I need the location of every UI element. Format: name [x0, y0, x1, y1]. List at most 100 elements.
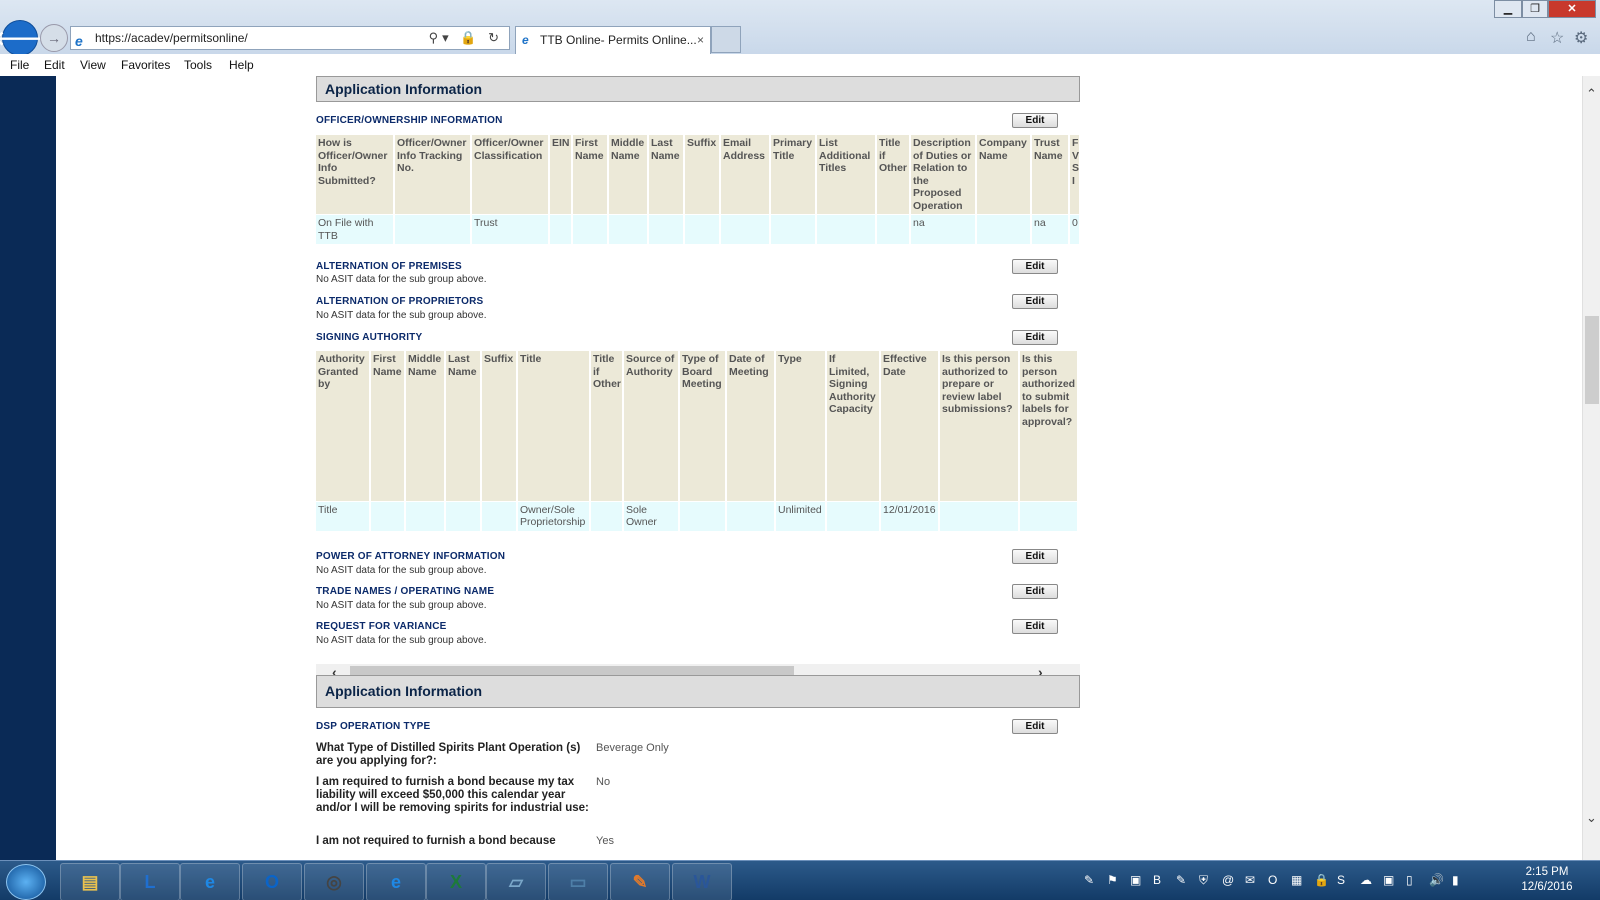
- col-header: Title: [517, 351, 591, 501]
- forward-button[interactable]: →: [40, 24, 68, 52]
- forward-arrow-icon: →: [47, 30, 61, 46]
- table-cell: na: [910, 214, 977, 244]
- tray-icon[interactable]: ▣: [1383, 873, 1394, 887]
- col-header: Middle Name: [608, 135, 649, 215]
- variance-label: REQUEST FOR VARIANCE: [316, 621, 447, 632]
- taskbar-notepad-icon[interactable]: ▱: [486, 863, 546, 900]
- scroll-up-icon[interactable]: ⌃: [1586, 86, 1597, 102]
- menu-favorites[interactable]: Favorites: [121, 58, 170, 72]
- close-button[interactable]: ✕: [1548, 0, 1596, 18]
- edit-button-variance[interactable]: Edit: [1012, 619, 1058, 634]
- dsp-question-bond: I am required to furnish a bond because …: [316, 776, 589, 814]
- address-bar[interactable]: e https://acadev/permitsonline/ ⚲▾ 🔒 ↻: [70, 26, 510, 50]
- edit-button-signing[interactable]: Edit: [1012, 330, 1058, 345]
- scroll-down-icon[interactable]: ⌄: [1586, 810, 1597, 826]
- tray-icon[interactable]: ☁: [1360, 873, 1372, 887]
- tray-icon[interactable]: ⛨: [1199, 873, 1208, 888]
- col-header: Company Name: [976, 135, 1032, 215]
- dsp-answer-type: Beverage Only: [596, 742, 669, 754]
- tab-close-icon[interactable]: ×: [697, 27, 704, 53]
- table-cell: Sole Owner: [623, 500, 680, 531]
- col-header: Title if Other: [590, 351, 624, 501]
- menu-help[interactable]: Help: [229, 58, 254, 72]
- table-cell: [405, 500, 446, 531]
- taskbar-internet-explorer-icon[interactable]: e: [180, 863, 240, 900]
- no-data-variance: No ASIT data for the sub group above.: [316, 635, 487, 646]
- favorites-star-icon[interactable]: ☆: [1550, 28, 1564, 48]
- col-header: Authority Granted by: [316, 351, 371, 501]
- menu-file[interactable]: File: [10, 58, 29, 72]
- edit-button-power-attorney[interactable]: Edit: [1012, 549, 1058, 564]
- table-cell: [1019, 500, 1079, 531]
- vertical-scrollbar[interactable]: ⌃ ⌄: [1582, 76, 1600, 860]
- taskbar-file-explorer-icon[interactable]: ▤: [60, 863, 120, 900]
- taskbar-excel-icon[interactable]: X: [426, 863, 486, 900]
- taskbar-internet-explorer-2-icon[interactable]: e: [366, 863, 426, 900]
- taskbar-word-icon[interactable]: W: [672, 863, 732, 900]
- browser-chrome: 🡐 → e https://acadev/permitsonline/ ⚲▾ 🔒…: [0, 0, 1600, 56]
- trade-names-label: TRADE NAMES / OPERATING NAME: [316, 586, 495, 597]
- edit-button-proprietors[interactable]: Edit: [1012, 294, 1058, 309]
- tray-icon[interactable]: 🔒: [1314, 873, 1329, 887]
- col-header: Officer/Owner Info Tracking No.: [394, 135, 472, 215]
- col-header: Trust Name: [1031, 135, 1070, 215]
- taskbar-app-circle-icon[interactable]: ◎: [304, 863, 364, 900]
- back-button[interactable]: 🡐: [0, 20, 47, 56]
- taskbar-photos-icon[interactable]: ▭: [548, 863, 608, 900]
- address-tools[interactable]: ⚲▾ 🔒 ↻: [429, 27, 503, 49]
- table-cell: 12/01/2016: [880, 500, 940, 531]
- address-url: https://acadev/permitsonline/: [95, 31, 248, 45]
- tray-icon[interactable]: ✎: [1084, 873, 1094, 887]
- edit-button-premises[interactable]: Edit: [1012, 259, 1058, 274]
- tray-icon[interactable]: ▯: [1406, 873, 1413, 887]
- table-cell: [608, 214, 649, 244]
- clock[interactable]: 2:15 PM 12/6/2016: [1510, 865, 1584, 895]
- col-header: If Limited, Signing Authority Capacity: [826, 351, 881, 501]
- tray-icon[interactable]: ▣: [1130, 873, 1141, 887]
- tray-icon[interactable]: B: [1153, 873, 1161, 887]
- gear-icon[interactable]: ⚙: [1574, 28, 1588, 48]
- menu-view[interactable]: View: [80, 58, 106, 72]
- officer-ownership-table: How is Officer/Owner Info Submitted? Off…: [316, 135, 1081, 244]
- tray-icon[interactable]: ▦: [1291, 873, 1302, 887]
- table-cell: 0: [1069, 214, 1081, 244]
- dsp-question-no-bond: I am not required to furnish a bond beca…: [316, 835, 556, 847]
- new-tab-button[interactable]: [711, 26, 741, 53]
- col-header: Is this person authorized to prepare or …: [939, 351, 1020, 501]
- tray-icon[interactable]: S: [1337, 873, 1345, 887]
- menu-edit[interactable]: Edit: [44, 58, 65, 72]
- section-header-application-info-2: Application Information: [316, 675, 1080, 708]
- start-button[interactable]: [6, 864, 46, 900]
- tray-icon[interactable]: O: [1268, 873, 1277, 887]
- edit-button-officer[interactable]: Edit: [1012, 113, 1058, 128]
- tab-title: TTB Online- Permits Online...: [540, 33, 697, 47]
- taskbar-paint-icon[interactable]: ✎: [610, 863, 670, 900]
- taskbar-outlook-icon[interactable]: O: [242, 863, 302, 900]
- vertical-scroll-thumb[interactable]: [1585, 316, 1599, 404]
- home-icon[interactable]: ⌂: [1526, 28, 1536, 46]
- col-header: Last Name: [445, 351, 482, 501]
- tray-icon[interactable]: ▮: [1452, 873, 1459, 887]
- tray-icon[interactable]: ✉: [1245, 873, 1255, 887]
- minimize-button[interactable]: ▁: [1494, 0, 1522, 18]
- alternation-premises-label: ALTERNATION OF PREMISES: [316, 261, 462, 272]
- table-cell: [394, 214, 472, 244]
- tray-icon[interactable]: ✎: [1176, 873, 1186, 887]
- table-cell: [726, 500, 776, 531]
- tray-icon[interactable]: 🔊: [1429, 873, 1444, 887]
- table-cell: [770, 214, 817, 244]
- maximize-button[interactable]: ❐: [1522, 0, 1548, 18]
- tray-icon[interactable]: @: [1222, 873, 1234, 887]
- menu-tools[interactable]: Tools: [184, 58, 212, 72]
- edit-button-trade-names[interactable]: Edit: [1012, 584, 1058, 599]
- table-cell: na: [1031, 214, 1070, 244]
- col-header: Source of Authority: [623, 351, 680, 501]
- tab-ttb-online[interactable]: e TTB Online- Permits Online... ×: [515, 26, 711, 54]
- col-header: Date of Meeting: [726, 351, 776, 501]
- tray-icon[interactable]: ⚑: [1107, 873, 1118, 887]
- table-row[interactable]: On File with TTB Trust na na 0: [316, 214, 1081, 244]
- ie-page-icon: e: [75, 33, 83, 49]
- edit-button-dsp[interactable]: Edit: [1012, 719, 1058, 734]
- table-row[interactable]: Title Owner/Sole Proprietorship Sole Own…: [316, 500, 1079, 531]
- taskbar-lync-icon[interactable]: L: [120, 863, 180, 900]
